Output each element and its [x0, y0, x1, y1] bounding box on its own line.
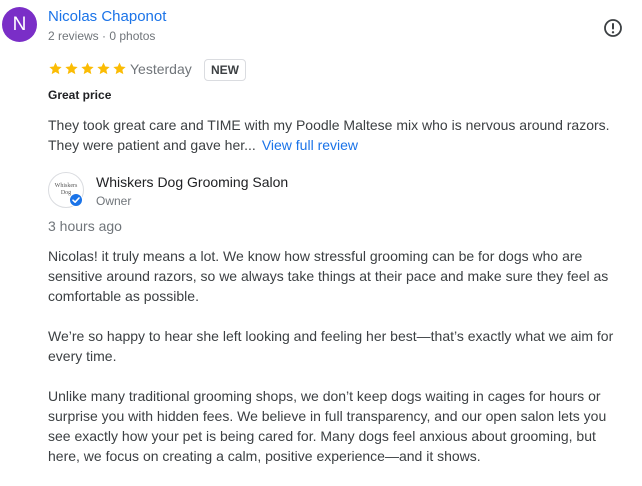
star-icon [113, 62, 126, 75]
reply-line: We’re so happy to hear she left looking … [48, 328, 614, 344]
reply-time: 3 hours ago [48, 218, 122, 234]
report-flag-icon[interactable] [603, 18, 623, 38]
star-icon [81, 62, 94, 75]
reply-paragraph: Unlike many traditional grooming shops, … [48, 386, 638, 466]
new-badge: NEW [204, 59, 246, 81]
reply-line: comfortable as possible. [48, 288, 199, 304]
review-date: Yesterday [130, 61, 192, 77]
star-rating [48, 61, 127, 76]
owner-role: Owner [96, 194, 132, 208]
reply-line: see exactly how your pet is being cared … [48, 428, 596, 444]
business-name: Whiskers Dog Grooming Salon [96, 174, 289, 190]
review-text-line: They took great care and TIME with my Po… [48, 117, 610, 133]
reply-line: every time. [48, 348, 117, 364]
owner-reply-text: Nicolas! it truly means a lot. We know h… [48, 246, 638, 486]
star-icon [49, 62, 62, 75]
avatar-letter: N [12, 13, 27, 35]
reviewer-meta: 2 reviews · 0 photos [48, 29, 156, 43]
reply-line: Unlike many traditional grooming shops, … [48, 388, 601, 404]
reply-line: sensitive around razors, so we always ta… [48, 268, 609, 284]
review-title: Great price [48, 88, 112, 102]
reply-line: here, we focus on creating a calm, posit… [48, 448, 481, 464]
verified-check-icon [69, 193, 83, 207]
reviewer-name[interactable]: Nicolas Chaponot [48, 8, 166, 25]
reply-paragraph: Nicolas! it truly means a lot. We know h… [48, 246, 638, 306]
reviewer-avatar[interactable]: N [2, 7, 37, 42]
star-icon [65, 62, 78, 75]
reply-line: surprise you with hidden fees. We believ… [48, 408, 607, 424]
star-icon [97, 62, 110, 75]
view-full-review-link[interactable]: View full review [262, 137, 358, 153]
review-text-line: They were patient and gave her... View fu… [48, 137, 359, 153]
review-text: They took great care and TIME with my Po… [48, 115, 638, 155]
reply-paragraph: We’re so happy to hear she left looking … [48, 326, 638, 366]
reply-line: Nicolas! it truly means a lot. We know h… [48, 248, 583, 264]
